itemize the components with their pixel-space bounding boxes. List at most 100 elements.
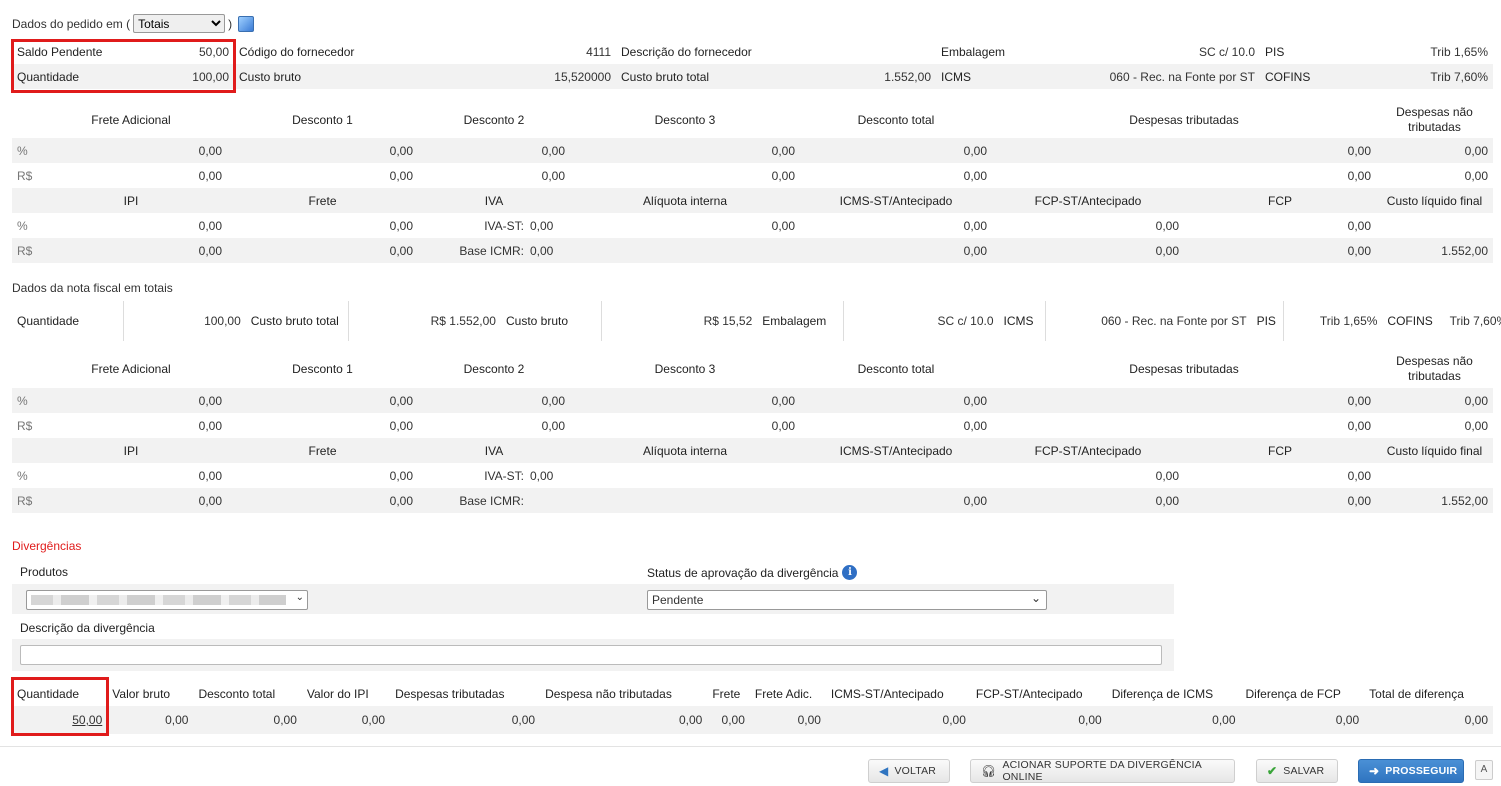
cell: 0,00 (721, 713, 745, 727)
cell: 0,00 (963, 243, 987, 258)
descricao-fornecedor-value (790, 39, 936, 64)
saldo-pendente-label: Saldo Pendente (17, 44, 103, 59)
cell: 0,00 (771, 393, 795, 408)
pedido-grid: Frete Adicional Desconto 1 Desconto 2 De… (12, 102, 1493, 263)
cell: 0,00 (963, 143, 987, 158)
cell: 0,00 (1464, 393, 1488, 408)
col-frete: Frete (308, 193, 337, 208)
base-icmr-value: 0,00 (530, 243, 554, 258)
nota-custo-bruto-value: R$ 15,52 (601, 301, 758, 341)
pedido-info-table: Saldo Pendente 50,00 Código do fornecedo… (12, 39, 1493, 89)
embalagem-label: Embalagem (941, 44, 1006, 59)
custo-bruto-total-label: Custo bruto total (621, 69, 710, 84)
col-total-diferenca: Total de diferença (1369, 686, 1464, 701)
font-size-icon[interactable]: A (1475, 760, 1493, 780)
row-label-pct: % (17, 468, 28, 483)
cell: 0,00 (361, 713, 386, 727)
chevron-down-icon: ⌄ (1030, 591, 1041, 605)
col-desconto-total: Desconto total (857, 113, 935, 127)
edit-table-icon[interactable] (238, 15, 255, 32)
cell: 0,00 (541, 168, 565, 183)
info-icon[interactable]: i (842, 565, 858, 580)
row-label-pct: % (17, 393, 28, 408)
col-fcp-st: FCP-ST/Antecipado (1034, 193, 1142, 208)
nota-cofins-value: Trib 7,60% (1449, 314, 1501, 328)
iva-st-value: 0,00 (530, 468, 554, 483)
prosseguir-label: PROSSEGUIR (1385, 765, 1458, 777)
col-frete: Frete (308, 443, 337, 458)
cell: 0,00 (1347, 243, 1371, 258)
cell: 0,00 (1347, 393, 1371, 408)
cell: 0,00 (1078, 713, 1102, 727)
col-custo-liquido: Custo líquido final (1386, 193, 1483, 208)
arrow-left-icon: ◀ (879, 764, 889, 778)
cell: 0,00 (198, 468, 222, 483)
col-despesas-tributadas: Despesas tributadas (1129, 362, 1239, 376)
col-quantidade: Quantidade (17, 686, 80, 701)
quantidade-value: 100,00 (192, 69, 229, 84)
col-fcp: FCP (1268, 443, 1292, 458)
col-frete-adicional: Frete Adicional (91, 362, 171, 376)
cell: 0,00 (963, 393, 987, 408)
nota-custo-bruto-label: Custo bruto (505, 314, 569, 328)
col-fcp-st: FCP-ST/Antecipado (1034, 443, 1142, 458)
base-icmr-label: Base ICMR: (459, 243, 524, 258)
cell: 0,00 (771, 218, 795, 233)
nota-custo-bruto-total-value: R$ 1.552,00 (348, 301, 501, 341)
cell: 0,00 (1335, 713, 1360, 727)
nota-icms-label: ICMS (1003, 314, 1034, 328)
produtos-select[interactable]: ⌄ (26, 590, 308, 610)
col-valor-bruto: Valor bruto (112, 686, 171, 701)
row-label-pct: % (17, 218, 28, 233)
cell: 0,00 (1155, 468, 1179, 483)
cell: 1.552,00 (1441, 493, 1488, 508)
cell (1376, 213, 1493, 238)
voltar-label: VOLTAR (894, 765, 937, 777)
cell (1376, 463, 1493, 488)
iva-st-label: IVA-ST: (484, 468, 524, 483)
descricao-divergencia-label: Descrição da divergência (20, 621, 155, 635)
col-valor-ipi: Valor do IPI (306, 686, 369, 701)
cell: 0,00 (797, 713, 821, 727)
col-iva: IVA (484, 193, 504, 208)
salvar-button[interactable]: ✔ SALVAR (1256, 759, 1338, 783)
nota-embalagem-value: SC c/ 10.0 (842, 301, 999, 341)
custo-bruto-label: Custo bruto (239, 69, 302, 84)
totais-select[interactable]: Totais (133, 14, 226, 33)
iva-cell: IVA-ST: 0,00 (418, 463, 570, 488)
nota-pis-value: Trib 1,65% (1283, 301, 1383, 341)
grid-corner (12, 102, 35, 138)
acionar-suporte-button[interactable]: 🎧︎ ACIONAR SUPORTE DA DIVERGÊNCIA ONLINE (970, 759, 1235, 783)
cell: 0,00 (1464, 168, 1488, 183)
prosseguir-button[interactable]: ➜ PROSSEGUIR (1358, 759, 1464, 783)
cell: 0,00 (389, 493, 413, 508)
descricao-divergencia-input[interactable] (20, 645, 1162, 665)
cell: 0,00 (678, 713, 703, 727)
codigo-fornecedor-value: 4111 (586, 44, 611, 59)
nota-embalagem-label: Embalagem (762, 314, 827, 328)
col-desconto-2: Desconto 2 (463, 113, 525, 127)
cell: 0,00 (198, 493, 222, 508)
col-diferenca-icms: Diferença de ICMS (1111, 686, 1214, 701)
col-despesas-tributadas: Despesas tributadas (1129, 113, 1239, 127)
nota-title: Dados da nota fiscal em totais (12, 281, 173, 295)
redacted-product (31, 595, 286, 605)
col-desconto-total: Desconto total (198, 686, 276, 701)
arrow-right-icon: ➜ (1369, 764, 1380, 778)
quantidade-link[interactable]: 50,00 (72, 713, 102, 727)
nota-custo-bruto-total-label: Custo bruto total (250, 313, 339, 328)
col-diferenca-fcp: Diferença de FCP (1245, 686, 1341, 701)
cell: 0,00 (1347, 468, 1371, 483)
status-select[interactable]: Pendente ⌄ (647, 590, 1047, 610)
custo-bruto-value: 15,520000 (554, 69, 611, 84)
cell: 0,00 (771, 168, 795, 183)
cell (570, 238, 800, 263)
cell: 0,00 (541, 143, 565, 158)
base-icmr-cell: Base ICMR: 0,00 (418, 238, 570, 263)
cell: 0,00 (771, 143, 795, 158)
voltar-button[interactable]: ◀ VOLTAR (868, 759, 950, 783)
footer-divider (0, 746, 1501, 747)
iva-cell: IVA-ST: 0,00 (418, 213, 570, 238)
check-icon: ✔ (1267, 764, 1278, 778)
cell: 1.552,00 (1441, 243, 1488, 258)
